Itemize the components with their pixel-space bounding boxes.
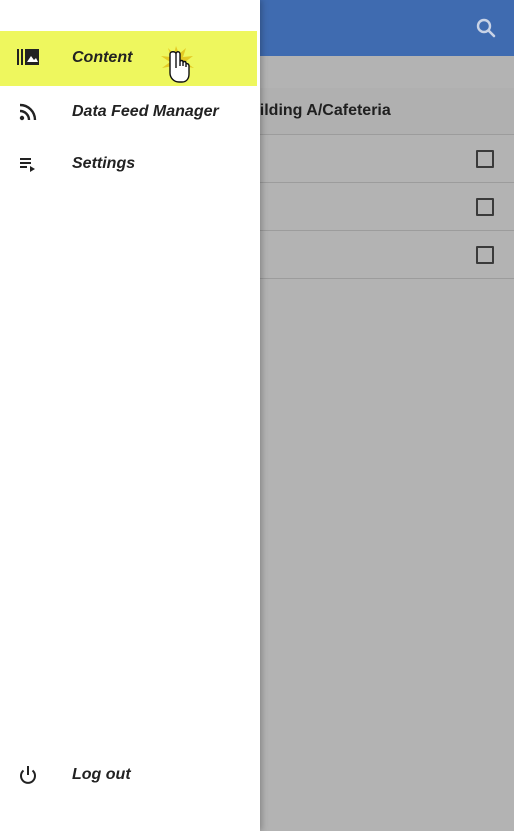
- playlist-play-icon: [16, 152, 40, 176]
- nav-item-data-feed-manager[interactable]: Data Feed Manager: [0, 86, 257, 138]
- power-icon: [16, 763, 40, 787]
- row-checkbox[interactable]: [476, 198, 494, 216]
- nav-item-label: Data Feed Manager: [72, 103, 219, 120]
- nav-item-label: Settings: [72, 155, 136, 172]
- row-checkbox[interactable]: [476, 246, 494, 264]
- location-path: uilding A/Cafeteria: [250, 102, 391, 119]
- pointer-cursor-icon: [158, 44, 198, 90]
- search-button[interactable]: [474, 16, 498, 40]
- logout-label: Log out: [72, 766, 131, 783]
- search-icon: [476, 18, 496, 38]
- navigation-drawer: Content Data Feed Manager Settings Log o…: [0, 0, 260, 831]
- media-library-icon: [16, 45, 40, 69]
- rss-feed-icon: [16, 100, 40, 124]
- nav-item-settings[interactable]: Settings: [0, 138, 257, 190]
- row-checkbox[interactable]: [476, 150, 494, 168]
- logout-button[interactable]: Log out: [0, 749, 257, 801]
- nav-item-content[interactable]: Content: [0, 31, 257, 86]
- nav-item-label: Content: [72, 49, 133, 66]
